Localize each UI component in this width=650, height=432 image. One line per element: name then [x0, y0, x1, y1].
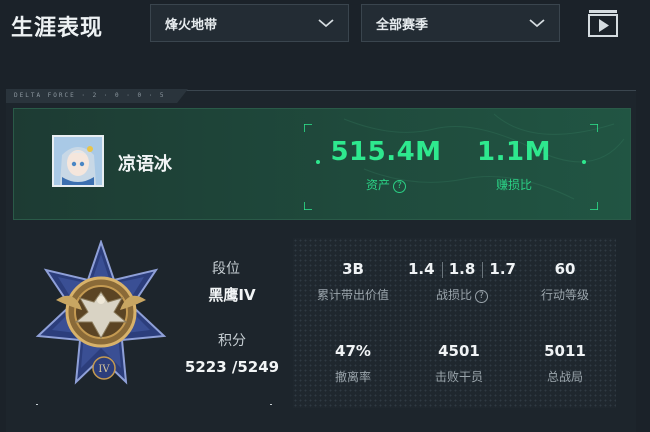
help-icon[interactable]: ?	[475, 290, 488, 303]
stat-label: 击败干员	[434, 370, 483, 384]
rank-numeral: IV	[98, 364, 110, 375]
rank-label: 段位	[212, 261, 240, 277]
profit-ratio-value: 1.1M	[477, 137, 551, 167]
player-name: 凉语冰	[118, 154, 172, 175]
stat-value: 47%	[335, 342, 371, 360]
rank-emblem: IV	[35, 240, 167, 385]
kd-value-1: 1.4	[408, 260, 435, 278]
brand-tag: DELTA FORCE · 2 · 0 · 0 · 5	[14, 92, 166, 99]
stat-extract-rate: 47% 撤离率	[303, 342, 403, 385]
stat-label: 行动等级	[540, 288, 589, 302]
video-play-icon	[588, 10, 618, 37]
assets-label: 资产	[365, 178, 390, 192]
avatar-portrait	[54, 137, 102, 185]
stat-label: 战损比	[435, 288, 472, 302]
assets-value: 515.4M	[330, 137, 442, 167]
score-value: 5223 /5249	[184, 358, 280, 376]
mode-dropdown[interactable]: 烽火地带	[150, 4, 349, 42]
assets-label-wrap: 资产?	[316, 176, 456, 193]
stat-value: 3B	[342, 260, 364, 278]
rank-value: 黑鹰IV	[208, 286, 256, 304]
page-title: 生涯表现	[11, 16, 104, 41]
stat-label-wrap: 战损比?	[401, 286, 523, 303]
mode-dropdown-label: 烽火地带	[165, 17, 218, 33]
profit-ratio-label: 赚损比	[495, 178, 532, 192]
divider-line	[36, 404, 272, 405]
stat-value: 4501	[438, 342, 480, 360]
chevron-down-icon	[318, 19, 334, 28]
stat-value: 60	[554, 260, 576, 278]
stat-kd: 1.4 1.8 1.7 战损比?	[401, 260, 523, 303]
stat-action-level: 60 行动等级	[515, 260, 615, 303]
stat-value: 5011	[544, 342, 586, 360]
player-avatar[interactable]	[52, 135, 104, 187]
stat-total-value: 3B 累计带出价值	[303, 260, 403, 303]
chevron-down-icon	[529, 19, 545, 28]
stat-label: 撤离率	[334, 370, 371, 384]
help-icon[interactable]: ?	[393, 180, 406, 193]
stat-total-matches: 5011 总战局	[515, 342, 615, 385]
video-replay-button[interactable]	[588, 9, 618, 37]
stats-grid: 3B 累计带出价值 1.4 1.8 1.7 战损比? 60 行动等级 47% 撤…	[293, 238, 616, 408]
stat-label: 总战局	[546, 370, 583, 384]
kd-values: 1.4 1.8 1.7	[401, 260, 523, 278]
season-dropdown[interactable]: 全部赛季	[361, 4, 560, 42]
season-dropdown-label: 全部赛季	[376, 17, 429, 33]
score-label: 积分	[218, 333, 246, 349]
kd-value-2: 1.8	[448, 260, 476, 278]
stat-kills: 4501 击败干员	[409, 342, 509, 385]
stat-label: 累计带出价值	[316, 288, 389, 302]
